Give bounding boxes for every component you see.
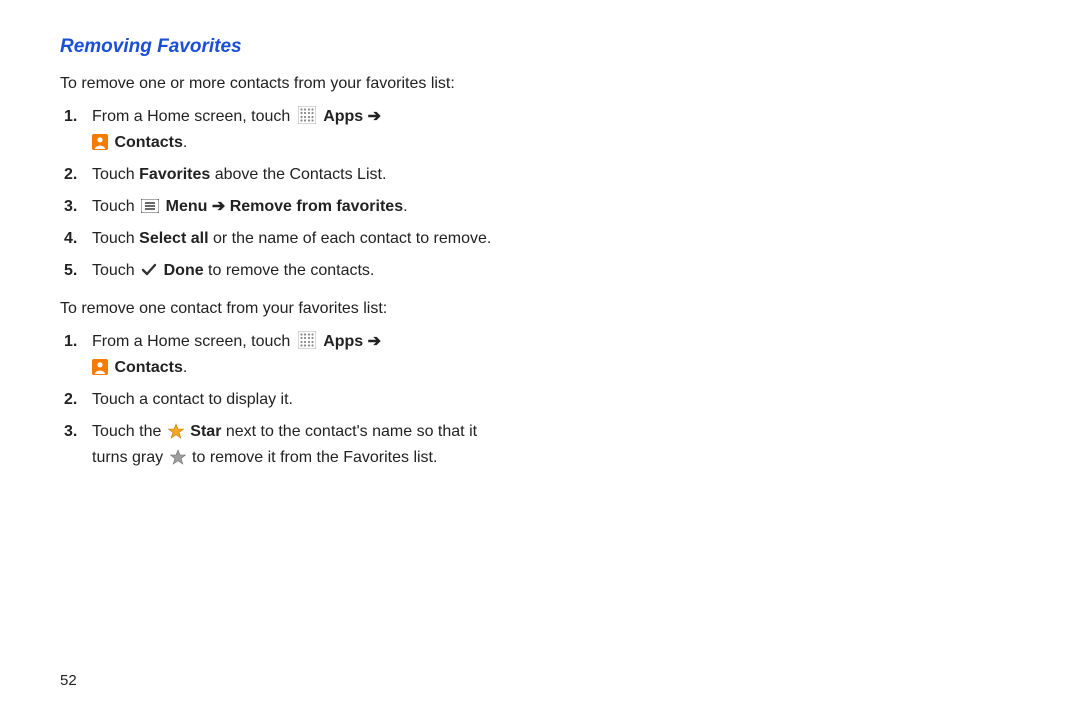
- step-text: above the Contacts List.: [210, 166, 386, 183]
- done-label: Done: [164, 262, 204, 279]
- period: .: [183, 359, 187, 376]
- remove-label: Remove from favorites: [230, 198, 403, 215]
- step-a3: Touch Menu ➔ Remove from favorites.: [86, 191, 500, 223]
- apps-grid-icon: [298, 106, 316, 124]
- contacts-label: Contacts: [114, 359, 182, 376]
- selectall-label: Select all: [139, 230, 208, 247]
- step-text: From a Home screen, touch: [92, 333, 290, 350]
- arrow-icon: ➔: [368, 333, 381, 350]
- step-text: Touch: [92, 166, 139, 183]
- step-text: Touch the: [92, 423, 161, 440]
- step-text: Touch: [92, 198, 135, 215]
- step-text: turns gray: [92, 449, 163, 466]
- step-text: Touch: [92, 262, 135, 279]
- steps-list-a: From a Home screen, touch Apps ➔: [60, 101, 500, 287]
- apps-label: Apps: [323, 108, 363, 125]
- contacts-icon: [92, 359, 108, 375]
- steps-list-b: From a Home screen, touch Apps ➔: [60, 326, 500, 474]
- star-gold-icon: [168, 423, 184, 439]
- intro-text-2: To remove one contact from your favorite…: [60, 297, 500, 320]
- arrow-icon: ➔: [368, 108, 381, 125]
- section-heading: Removing Favorites: [60, 36, 500, 58]
- step-text: or the name of each contact to remove.: [209, 230, 492, 247]
- page-number: 52: [60, 672, 77, 689]
- step-text: Touch a contact to display it.: [92, 391, 293, 408]
- step-text: to remove the contacts.: [204, 262, 375, 279]
- contacts-icon: [92, 134, 108, 150]
- manual-page: Removing Favorites To remove one or more…: [0, 0, 560, 474]
- arrow-icon: ➔: [212, 198, 225, 215]
- step-text: From a Home screen, touch: [92, 108, 290, 125]
- period: .: [183, 134, 187, 151]
- step-a1: From a Home screen, touch Apps ➔: [86, 101, 500, 159]
- step-a4: Touch Select all or the name of each con…: [86, 223, 500, 255]
- star-gray-icon: [170, 449, 186, 465]
- step-text: to remove it from the Favorites list.: [188, 449, 438, 466]
- menu-icon: [141, 197, 159, 211]
- apps-grid-icon: [298, 331, 316, 349]
- step-b3: Touch the Star next to the contact's nam…: [86, 416, 500, 474]
- apps-label: Apps: [323, 333, 363, 350]
- star-label: Star: [190, 423, 221, 440]
- step-b2: Touch a contact to display it.: [86, 384, 500, 416]
- contacts-label: Contacts: [114, 134, 182, 151]
- step-b1: From a Home screen, touch Apps ➔: [86, 326, 500, 384]
- step-a5: Touch Done to remove the contacts.: [86, 255, 500, 287]
- intro-text-1: To remove one or more contacts from your…: [60, 72, 500, 95]
- period: .: [403, 198, 407, 215]
- step-text: next to the contact's name so that it: [221, 423, 477, 440]
- step-a2: Touch Favorites above the Contacts List.: [86, 159, 500, 191]
- step-text: Touch: [92, 230, 139, 247]
- favorites-label: Favorites: [139, 166, 210, 183]
- check-icon: [141, 261, 157, 275]
- menu-label: Menu: [166, 198, 208, 215]
